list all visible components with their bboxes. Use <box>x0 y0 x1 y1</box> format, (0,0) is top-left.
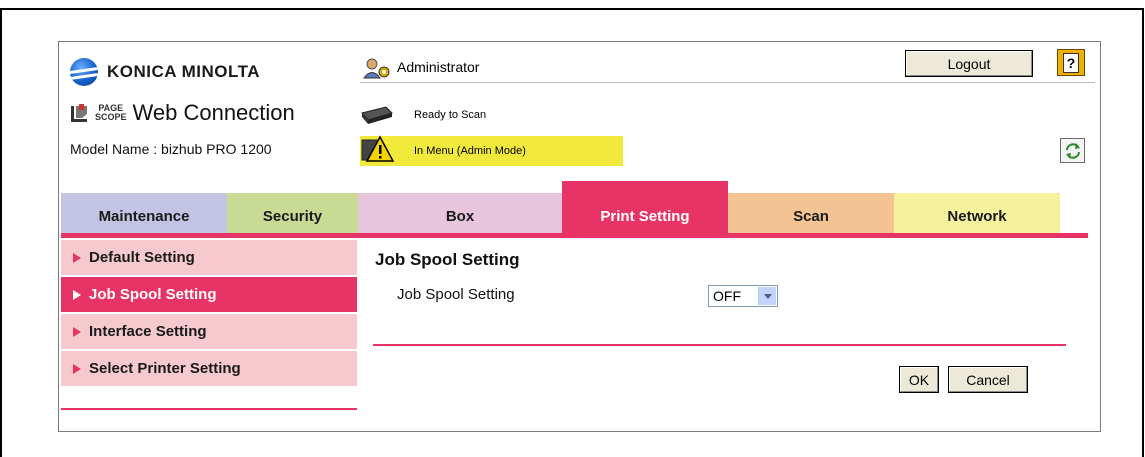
content-divider <box>373 344 1066 346</box>
help-icon: ? <box>1063 52 1079 73</box>
cancel-button[interactable]: Cancel <box>948 366 1028 393</box>
user-label: Administrator <box>397 59 480 75</box>
job-spool-select[interactable]: OFF <box>708 285 778 307</box>
sidebar-item-label: Interface Setting <box>89 323 207 340</box>
tab-network[interactable]: Network <box>894 193 1060 233</box>
page-title: Job Spool Setting <box>375 250 520 269</box>
pagescope-mark: PAGE SCOPE <box>95 103 127 122</box>
job-spool-value: OFF <box>713 288 741 304</box>
status-ready: Ready to Scan <box>414 109 487 121</box>
tab-scan[interactable]: Scan <box>728 193 894 233</box>
tab-print-setting[interactable]: Print Setting <box>562 181 728 233</box>
triangle-bullet-icon <box>73 326 81 337</box>
pagescope-icon <box>71 104 87 122</box>
header-divider <box>360 82 1095 83</box>
tab-box[interactable]: Box <box>358 193 562 233</box>
refresh-icon <box>1065 142 1080 159</box>
refresh-button[interactable] <box>1060 138 1085 163</box>
help-button[interactable]: ? <box>1057 49 1085 76</box>
sidebar: Default Setting Job Spool Setting Interf… <box>61 240 357 388</box>
logout-button[interactable]: Logout <box>905 50 1033 77</box>
brand-logo: KONICA MINOLTA <box>70 58 260 86</box>
dropdown-arrow-icon <box>758 287 776 305</box>
job-spool-label: Job Spool Setting <box>397 286 515 303</box>
triangle-bullet-icon <box>73 252 81 263</box>
product-title: PAGE SCOPE Web Connection <box>70 100 295 126</box>
status-warning: In Menu (Admin Mode) <box>414 145 526 157</box>
tab-maintenance[interactable]: Maintenance <box>61 193 227 233</box>
sidebar-item-label: Job Spool Setting <box>89 286 217 303</box>
sidebar-item-label: Select Printer Setting <box>89 360 241 377</box>
tab-security[interactable]: Security <box>227 193 358 233</box>
sidebar-item-interface-setting[interactable]: Interface Setting <box>61 314 357 351</box>
sidebar-item-default-setting[interactable]: Default Setting <box>61 240 357 277</box>
admin-user-icon <box>363 58 390 79</box>
triangle-bullet-icon <box>73 289 81 300</box>
tab-underline <box>61 233 1088 238</box>
sidebar-item-job-spool-setting[interactable]: Job Spool Setting <box>61 277 357 314</box>
globe-logo-icon <box>70 58 98 86</box>
product-name: Web Connection <box>132 100 295 125</box>
model-name: Model Name : bizhub PRO 1200 <box>70 141 272 157</box>
triangle-bullet-icon <box>73 363 81 374</box>
ok-button[interactable]: OK <box>899 366 939 393</box>
warning-icon <box>361 135 394 162</box>
brand-name: KONICA MINOLTA <box>107 62 261 81</box>
sidebar-item-label: Default Setting <box>89 249 195 266</box>
sidebar-divider <box>61 408 357 410</box>
scanner-icon <box>361 106 393 124</box>
sidebar-item-select-printer-setting[interactable]: Select Printer Setting <box>61 351 357 388</box>
main-tabs: Maintenance Security Box Print Setting S… <box>61 181 1060 233</box>
